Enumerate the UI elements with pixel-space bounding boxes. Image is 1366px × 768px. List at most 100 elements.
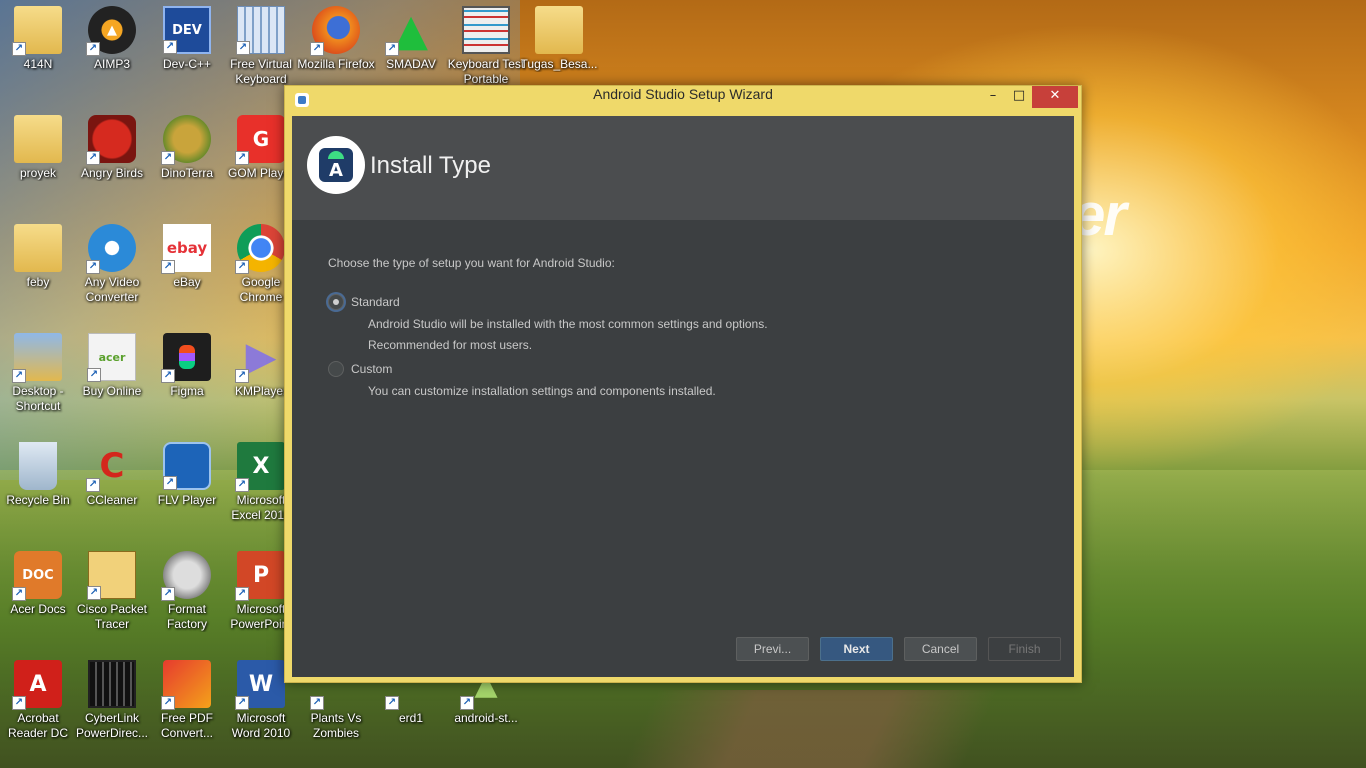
custom-radio[interactable] bbox=[328, 361, 344, 377]
desktop-icon-label: 414N bbox=[23, 57, 53, 71]
angry-birds-icon: ↗ bbox=[86, 115, 136, 165]
desktop-icon-label: Desktop - Shortcut bbox=[12, 384, 64, 413]
flv-player-icon: ↗ bbox=[163, 442, 211, 490]
close-button[interactable]: ✕ bbox=[1032, 86, 1078, 108]
shortcut-arrow-icon: ↗ bbox=[235, 369, 249, 383]
desktop-icon-flv-player[interactable]: ↗ FLV Player bbox=[149, 436, 225, 540]
maximize-button[interactable]: □ bbox=[1005, 86, 1033, 108]
custom-description: You can customize installation settings … bbox=[368, 384, 716, 398]
desktop-icon-label: SMADAV bbox=[386, 57, 436, 71]
desktop-icon-label: Buy Online bbox=[82, 384, 142, 398]
desktop-icon-label: Acer Docs bbox=[10, 602, 66, 616]
desktop-icon-aimp3[interactable]: ▲ ↗ AIMP3 bbox=[74, 0, 150, 104]
desktop-icon-any-video-converter[interactable]: ↗ Any Video Converter bbox=[74, 218, 150, 322]
desktop-icon-label: AIMP3 bbox=[93, 57, 130, 71]
dev-cpp-icon: DEV ↗ bbox=[163, 6, 211, 54]
desktop-icon-label: CCleaner bbox=[86, 493, 138, 507]
desktop-icon-cyberlink[interactable]: CyberLink PowerDirec... bbox=[74, 654, 150, 758]
desktop-icon-label: Tugas_Besa... bbox=[520, 57, 598, 71]
desktop-icon-cisco[interactable]: ↗ Cisco Packet Tracer bbox=[74, 545, 150, 649]
desktop-icon-acer-docs[interactable]: DOC ↗ Acer Docs bbox=[0, 545, 76, 649]
shortcut-arrow-icon: ↗ bbox=[161, 587, 175, 601]
cancel-button[interactable]: Cancel bbox=[904, 637, 977, 661]
window-title: Android Studio Setup Wizard bbox=[593, 86, 773, 102]
desktop-icon-label: Any Video Converter bbox=[84, 275, 140, 304]
android-studio-logo-icon: A bbox=[307, 136, 365, 194]
shortcut-arrow-icon: ↗ bbox=[163, 40, 177, 54]
desktop-icon-label: Figma bbox=[170, 384, 204, 398]
wallpaper-path bbox=[621, 690, 999, 768]
desktop-icon-label: proyek bbox=[19, 166, 57, 180]
recycle-bin-icon bbox=[19, 442, 57, 490]
ccleaner-icon: C ↗ bbox=[86, 442, 136, 492]
wizard-client-area: A Install Type Choose the type of setup … bbox=[292, 116, 1074, 677]
desktop-icon-ccleaner[interactable]: C ↗ CCleaner bbox=[74, 436, 150, 540]
desktop-icon-label: eBay bbox=[173, 275, 201, 289]
acrobat-icon: A ↗ bbox=[12, 660, 62, 710]
shortcut-arrow-icon: ↗ bbox=[12, 696, 26, 710]
shortcut-arrow-icon: ↗ bbox=[235, 587, 249, 601]
desktop-icon-label: Free PDF Convert... bbox=[160, 711, 214, 740]
desktop-icon-414n[interactable]: ↗ 414N bbox=[0, 0, 76, 104]
page-title: Install Type bbox=[370, 152, 491, 179]
shortcut-arrow-icon: ↗ bbox=[161, 369, 175, 383]
shortcut-arrow-icon: ↗ bbox=[235, 260, 249, 274]
desktop-icon-label: android-st... bbox=[454, 711, 518, 725]
desktop-icon-free-pdf[interactable]: ↗ Free PDF Convert... bbox=[149, 654, 225, 758]
desktop-icon-format-factory[interactable]: ↗ Format Factory bbox=[149, 545, 225, 649]
desktop-icon-buy-online[interactable]: acer ↗ Buy Online bbox=[74, 327, 150, 431]
keyboard-icon: ↗ bbox=[236, 6, 285, 55]
shortcut-arrow-icon: ↗ bbox=[87, 586, 101, 600]
desktop-icon-devcpp[interactable]: DEV ↗ Dev-C++ bbox=[149, 0, 225, 104]
folder-icon: ↗ bbox=[12, 333, 62, 383]
minimize-button[interactable]: – bbox=[979, 86, 1007, 108]
custom-option[interactable]: Custom bbox=[328, 361, 392, 377]
title-bar[interactable]: Android Studio Setup Wizard – □ ✕ bbox=[285, 86, 1081, 116]
previous-button[interactable]: Previ... bbox=[736, 637, 809, 661]
setup-wizard-window: Android Studio Setup Wizard – □ ✕ A Inst… bbox=[284, 85, 1082, 683]
desktop-icon-label: Cisco Packet Tracer bbox=[76, 602, 148, 631]
chrome-icon: ↗ bbox=[235, 224, 285, 274]
standard-option[interactable]: Standard bbox=[328, 294, 400, 310]
shortcut-arrow-icon: ↗ bbox=[235, 696, 249, 710]
desktop-icon-ebay[interactable]: ebay ↗ eBay bbox=[149, 218, 225, 322]
custom-label: Custom bbox=[351, 362, 393, 376]
desktop-icon-feby[interactable]: feby bbox=[0, 218, 76, 322]
desktop-icon-angry-birds[interactable]: ↗ Angry Birds bbox=[74, 109, 150, 213]
desktop-icon-acrobat[interactable]: A ↗ Acrobat Reader DC bbox=[0, 654, 76, 758]
folder-icon: ↗ bbox=[12, 6, 62, 56]
shortcut-arrow-icon: ↗ bbox=[310, 696, 324, 710]
desktop-icon-figma[interactable]: ↗ Figma bbox=[149, 327, 225, 431]
acer-docs-icon: DOC ↗ bbox=[12, 551, 62, 601]
desktop-icon-proyek[interactable]: proyek bbox=[0, 109, 76, 213]
dino-icon: ↗ bbox=[161, 115, 211, 165]
desktop-icon-label: Plants Vs Zombies bbox=[310, 711, 362, 740]
powerpoint-icon: P ↗ bbox=[235, 551, 285, 601]
shortcut-arrow-icon: ↗ bbox=[86, 151, 100, 165]
ebay-icon: ebay ↗ bbox=[161, 224, 211, 274]
standard-radio[interactable] bbox=[328, 294, 344, 310]
figma-icon: ↗ bbox=[161, 333, 211, 383]
aimp-icon: ▲ ↗ bbox=[86, 6, 136, 56]
shopping-bag-icon: acer ↗ bbox=[87, 333, 136, 382]
desktop-icon-label: CyberLink PowerDirec... bbox=[75, 711, 149, 740]
desktop-icon-label: DinoTerra bbox=[160, 166, 214, 180]
shortcut-arrow-icon: ↗ bbox=[86, 478, 100, 492]
folder-icon bbox=[14, 224, 62, 272]
smadav-icon: ▲ ↗ bbox=[385, 5, 435, 56]
shortcut-arrow-icon: ↗ bbox=[86, 42, 100, 56]
shortcut-arrow-icon: ↗ bbox=[163, 476, 177, 490]
finish-button[interactable]: Finish bbox=[988, 637, 1061, 661]
desktop-icon-dinoterra[interactable]: ↗ DinoTerra bbox=[149, 109, 225, 213]
firefox-icon: ↗ bbox=[310, 6, 360, 56]
desktop-icon-desktop-shortcut[interactable]: ↗ Desktop - Shortcut bbox=[0, 327, 76, 431]
desktop-icon-label: Angry Birds bbox=[80, 166, 144, 180]
shortcut-arrow-icon: ↗ bbox=[235, 151, 249, 165]
desktop-icon-recycle-bin[interactable]: Recycle Bin bbox=[0, 436, 76, 540]
desktop-icon-label: Format Factory bbox=[166, 602, 207, 631]
folder-icon bbox=[535, 6, 583, 54]
desktop-icon-label: FLV Player bbox=[157, 493, 217, 507]
next-button[interactable]: Next bbox=[820, 637, 893, 661]
desktop-icon-label: Dev-C++ bbox=[162, 57, 212, 71]
shortcut-arrow-icon: ↗ bbox=[385, 42, 399, 56]
